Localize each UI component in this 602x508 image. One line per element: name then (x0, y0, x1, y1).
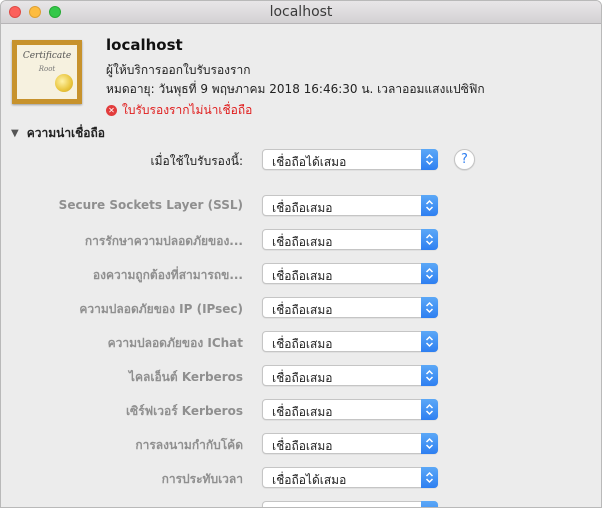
popup-value: เชื่อถือเสมอ (272, 439, 333, 453)
certificate-detail: Certificate Root localhost ผู้ให้บริการอ… (1, 24, 601, 507)
trust-policy-label: การลงนามกำกับโค้ด (135, 438, 243, 452)
when-using-popup[interactable]: เชื่อถือได้เสมอ (262, 149, 438, 170)
trust-policy-popup[interactable]: เชื่อถือเสมอ (262, 263, 438, 284)
window-title: localhost (269, 4, 333, 20)
trust-policy-label: ความปลอดภัยของ IP (IPsec) (79, 302, 243, 316)
error-x-icon: ✕ (106, 105, 117, 116)
trust-policy-popup[interactable]: เชื่อถือเสมอ (262, 365, 438, 386)
trust-section-label: ความน่าเชื่อถือ (26, 126, 105, 140)
trust-policy-popup[interactable]: เชื่อถือเสมอ (262, 399, 438, 420)
popup-value: เชื่อถือเสมอ (272, 371, 333, 385)
popup-value: เชื่อถือได้เสมอ (272, 473, 347, 487)
certificate-status-text: ใบรับรองรากไม่น่าเชื่อถือ (122, 103, 253, 117)
popup-value: เชื่อถือเสมอ (272, 337, 333, 351)
popup-value: เชื่อถือเสมอ (272, 235, 333, 249)
trust-section-toggle[interactable]: ▼ ความน่าเชื่อถือ (11, 124, 105, 143)
popup-arrows-icon (421, 297, 438, 318)
trust-policy-label: Secure Sockets Layer (SSL) (58, 198, 243, 212)
certificate-status: ✕ ใบรับรองรากไม่น่าเชื่อถือ (106, 101, 252, 120)
certificate-seal-icon (55, 74, 73, 92)
popup-value: เชื่อถือเสมอ (272, 405, 333, 419)
trust-policy-popup[interactable]: เชื่อถือเสมอ (262, 297, 438, 318)
popup-arrows-icon (421, 365, 438, 386)
popup-arrows-icon (421, 433, 438, 454)
certificate-paper: Certificate Root (17, 45, 77, 99)
trust-policy-label: เซิร์ฟเวอร์ Kerberos (125, 404, 243, 418)
popup-arrows-icon (421, 467, 438, 488)
popup-arrows-icon (421, 195, 438, 216)
trust-policy-label: ไคลเอ็นต์ Kerberos (128, 370, 243, 384)
help-button[interactable]: ? (454, 149, 475, 170)
disclosure-triangle-icon[interactable]: ▼ (11, 128, 19, 139)
certificate-window: localhost Certificate Root localhost ผู้… (0, 0, 602, 508)
popup-value: เชื่อถือเสมอ (272, 269, 333, 283)
certificate-name: localhost (106, 36, 183, 54)
certificate-icon: Certificate Root (12, 40, 82, 104)
trust-policy-popup[interactable]: เชื่อถือได้เสมอ (262, 467, 438, 488)
when-using-label: เมื่อใช้ใบรับรองนี้: (150, 154, 243, 168)
popup-arrows-icon (421, 399, 438, 420)
popup-arrows-icon (421, 263, 438, 284)
trust-policy-popup[interactable]: เชื่อถือเสมอ (262, 195, 438, 216)
popup-arrows-icon (421, 501, 438, 507)
trust-policy-label: ความปลอดภัยของ IChat (107, 336, 243, 350)
trust-policy-label: องความถูกต้องที่สามารถข... (92, 268, 243, 282)
trust-policy-popup-partial[interactable] (262, 501, 438, 507)
popup-value: เชื่อถือได้เสมอ (272, 155, 347, 169)
certificate-icon-subword: Root (38, 65, 56, 73)
trust-policy-popup[interactable]: เชื่อถือเสมอ (262, 229, 438, 250)
trust-policy-label: การประทับเวลา (161, 472, 243, 486)
certificate-icon-word: Certificate (22, 51, 72, 61)
title-bar[interactable]: localhost (1, 1, 601, 24)
popup-value: เชื่อถือเสมอ (272, 201, 333, 215)
popup-arrows-icon (421, 149, 438, 170)
popup-arrows-icon (421, 229, 438, 250)
trust-policy-label: การรักษาความปลอดภัยของ... (84, 234, 243, 248)
trust-policy-popup[interactable]: เชื่อถือเสมอ (262, 433, 438, 454)
popup-arrows-icon (421, 331, 438, 352)
certificate-expiry: หมดอายุ: วันพุธที่ 9 พฤษภาคม 2018 16:46:… (106, 82, 485, 96)
popup-value: เชื่อถือเสมอ (272, 303, 333, 317)
trust-policy-popup[interactable]: เชื่อถือเสมอ (262, 331, 438, 352)
certificate-issuer: ผู้ให้บริการออกใบรับรองราก (106, 63, 251, 77)
